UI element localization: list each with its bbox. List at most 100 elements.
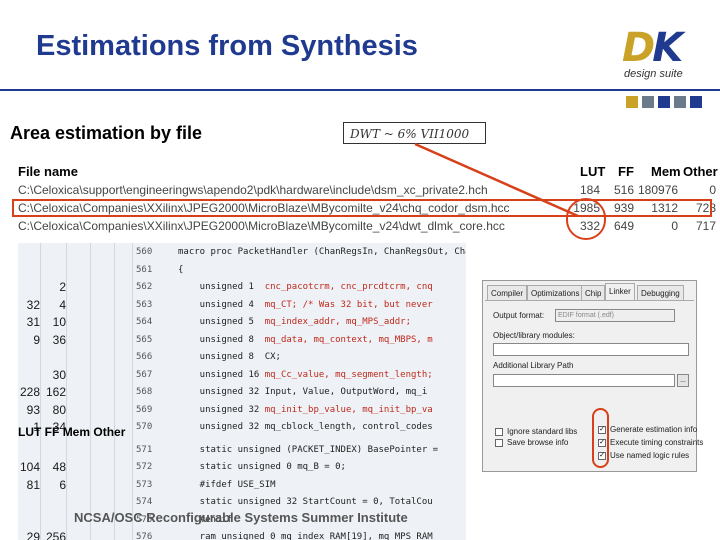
code-line[interactable]: 30 567 unsigned 16 mq_Cc_value, mq_segmen…	[18, 366, 466, 385]
additional-path-label: Additional Library Path	[493, 361, 574, 370]
line-number: 568	[136, 387, 153, 397]
footer-text: NCSA/OSC Reconfigurable Systems Summer I…	[74, 510, 408, 525]
code-text: unsigned 1 cnc_pacotcrm, cnc_prcdtcrm, c…	[178, 282, 433, 292]
logo-square	[642, 96, 654, 108]
line-number: 560	[136, 247, 153, 257]
code-text: macro proc PacketHandler (ChanRegsIn, Ch…	[178, 247, 466, 257]
ff-value: 162	[45, 385, 66, 399]
tab-optimizations[interactable]: Optimizations	[527, 285, 584, 301]
output-format-select[interactable]: EDIF format (.edf)	[555, 309, 675, 322]
highlight-box	[12, 199, 712, 217]
line-number: 576	[136, 532, 153, 540]
use-named-rules-label: Use named logic rules	[610, 451, 690, 460]
header-lut: LUT	[580, 164, 606, 179]
code-line[interactable]: 81 6 573 #ifdef USE_SIM	[18, 476, 466, 495]
lut-value: 81	[26, 477, 40, 492]
file-table-row[interactable]: C:\Celoxica\support\engineeringws\apendo…	[18, 181, 716, 199]
code-estimation-view[interactable]: 560 macro proc PacketHandler (ChanRegsIn,…	[18, 243, 466, 540]
lut-value: 31	[26, 315, 40, 329]
code-line[interactable]: 104 48 572 static unsigned 0 mq_B = 0;	[18, 458, 466, 477]
object-library-input[interactable]	[493, 343, 689, 356]
save-browse-checkbox[interactable]	[495, 439, 503, 447]
ignore-std-libs-label: Ignore standard libs	[507, 427, 578, 436]
lut-value-highlight	[566, 198, 606, 240]
sub-header-mem: Mem	[62, 425, 91, 439]
code-text: unsigned 32 Input, Value, OutputWord, mq…	[178, 387, 428, 397]
line-number: 573	[136, 479, 153, 490]
slide-title: Estimations from Synthesis	[36, 30, 418, 62]
other-cell: 0	[709, 183, 716, 197]
ff-value: 256	[45, 530, 66, 540]
file-table-row[interactable]: C:\Celoxica\Companies\XXilinx\JPEG2000\M…	[18, 217, 716, 235]
output-format-label: Output format:	[493, 311, 545, 320]
logo-subtitle: design suite	[624, 68, 683, 80]
line-number: 565	[136, 334, 153, 345]
code-plain: static unsigned 0 mq_B = 0;	[178, 462, 346, 472]
tab-debugging[interactable]: Debugging	[637, 285, 684, 301]
header-other: Other	[683, 164, 718, 179]
tab-linker[interactable]: Linker	[605, 283, 635, 301]
tab-compiler[interactable]: Compiler	[487, 285, 528, 301]
code-plain: unsigned 32 Input, Value, OutputWord, mq…	[178, 387, 428, 397]
code-text: {	[178, 265, 183, 275]
line-number: 571	[136, 444, 153, 455]
save-browse-label: Save browse info	[507, 438, 569, 447]
code-line[interactable]: 31 10 564 unsigned 5 mq_index_addr, mq_MPS…	[18, 313, 466, 332]
ff-cell: 516	[613, 183, 634, 197]
code-line[interactable]: 228 162 568 unsigned 32 Input, Value, Outp…	[18, 383, 466, 402]
ignore-std-libs-checkbox[interactable]	[495, 428, 503, 436]
header-ff: FF	[618, 164, 634, 179]
code-line[interactable]: 32 4 563 unsigned 4 mq_CT; /* Was 32 bit, …	[18, 296, 466, 315]
code-text: unsigned 8 mq_data, mq_context, mq_MBPS,…	[178, 335, 433, 345]
lut-value: 29	[26, 530, 40, 540]
code-plain: unsigned 8 CX;	[178, 352, 281, 362]
code-text: ram unsigned 0 mq_index_RAM[19], mq_MPS_…	[178, 532, 433, 540]
line-number: 572	[136, 462, 153, 472]
line-number: 569	[136, 404, 153, 415]
ff-value: 80	[52, 402, 66, 417]
browse-button[interactable]: ...	[677, 374, 689, 387]
ff-value: 2	[59, 280, 66, 294]
code-line[interactable]: 2 562 unsigned 1 cnc_pacotcrm, cnc_prcdtc…	[18, 278, 466, 297]
code-highlight: mq_CT; /* Was 32 bit, but never	[264, 299, 433, 310]
code-plain: unsigned 32 mq_cblock_length, control_co…	[178, 422, 433, 432]
line-number: 570	[136, 422, 153, 432]
additional-path-input[interactable]	[493, 374, 675, 387]
code-plain: unsigned 4	[178, 299, 265, 310]
code-line[interactable]: 29 256 576 ram unsigned 0 mq_index_RAM[19]…	[18, 528, 466, 540]
checkbox-highlight	[592, 408, 609, 468]
code-highlight: mq_init_bp_value, mq_init_bp_va	[264, 404, 433, 415]
column-headers: LUT FF Mem Other	[18, 425, 125, 439]
sub-header-other: Other	[93, 425, 126, 439]
other-cell: 717	[695, 219, 716, 233]
code-plain: unsigned 8	[178, 334, 265, 345]
ff-value: 6	[59, 477, 66, 492]
code-line[interactable]: 566 unsigned 8 CX;	[18, 348, 466, 367]
code-text: static unsigned 32 StartCount = 0, Total…	[178, 497, 433, 507]
code-text: unsigned 32 mq_init_bp_value, mq_init_bp…	[178, 405, 433, 415]
code-line[interactable]: 9 36 565 unsigned 8 mq_data, mq_context, m…	[18, 331, 466, 350]
code-line[interactable]: 93 80 569 unsigned 32 mq_init_bp_value, mq…	[18, 401, 466, 420]
lut-value: 93	[26, 402, 40, 417]
code-plain: unsigned 5	[178, 317, 265, 327]
line-number: 561	[136, 264, 153, 275]
dk-logo: DK	[622, 28, 683, 68]
line-number: 567	[136, 369, 153, 380]
code-line[interactable]: 560 macro proc PacketHandler (ChanRegsIn,…	[18, 243, 466, 262]
logo-square	[690, 96, 702, 108]
file-name-cell: C:\Celoxica\support\engineeringws\apendo…	[18, 183, 488, 197]
lut-value: 104	[19, 460, 40, 474]
code-plain: unsigned 1	[178, 282, 265, 292]
code-plain: #ifdef USE_SIM	[178, 479, 276, 490]
mem-cell: 180976	[638, 183, 679, 197]
code-line[interactable]: 571 static unsigned (PACKET_INDEX) BaseP…	[18, 441, 466, 460]
code-highlight: cnc_pacotcrm, cnc_prcdtcrm, cnq	[264, 282, 433, 292]
tab-divider	[485, 300, 694, 301]
tab-chip[interactable]: Chip	[581, 285, 606, 301]
lut-cell: 184	[579, 183, 600, 197]
code-plain: {	[178, 264, 184, 275]
code-plain: static unsigned 32 StartCount = 0, Total…	[178, 497, 433, 507]
line-number: 563	[136, 299, 153, 310]
code-line[interactable]: 561 {	[18, 261, 466, 280]
ff-value: 30	[52, 367, 66, 382]
